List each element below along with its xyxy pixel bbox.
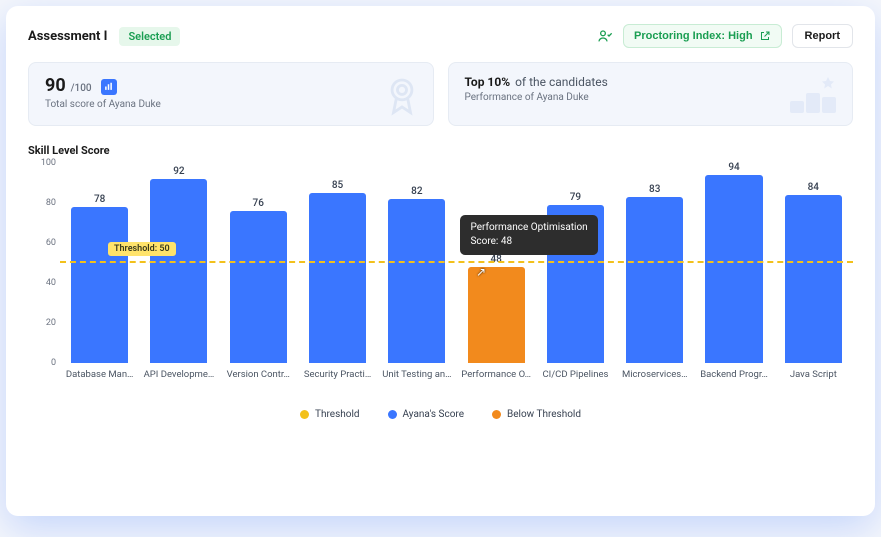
rank-rest: of the candidates (515, 75, 608, 89)
bar-slot: 85 (298, 163, 377, 363)
bar-slot: 76 (219, 163, 298, 363)
bar[interactable]: 83 (626, 197, 683, 363)
bar-slot: 92 (139, 163, 218, 363)
legend-below-label: Below Threshold (507, 409, 581, 420)
bar-slot: 82 (377, 163, 456, 363)
bar[interactable]: 84 (785, 195, 842, 363)
bar-slot: 78 (60, 163, 139, 363)
legend-below: Below Threshold (492, 409, 581, 420)
bar-value-label: 76 (230, 198, 287, 209)
x-label: Database Man… (60, 365, 139, 393)
bar[interactable]: 79 (547, 205, 604, 363)
y-tick: 80 (32, 198, 56, 208)
x-label: API Developme… (139, 365, 218, 393)
bar[interactable]: 92 (150, 179, 207, 363)
chart-title: Skill Level Score (28, 144, 853, 157)
bar-value-label: 92 (150, 166, 207, 177)
bar-value-label: 84 (785, 182, 842, 193)
stats-row: 90 /100 Total score of Ayana Duke Top 10… (28, 62, 853, 126)
assessment-card: Assessment I Selected Proctoring Index: … (6, 6, 875, 516)
header-left: Assessment I Selected (28, 27, 180, 46)
proctoring-label: Proctoring Index: High (634, 30, 753, 42)
bar-slot: 84 (774, 163, 853, 363)
bar-value-label: 94 (705, 162, 762, 173)
bar-slot: 48 (456, 163, 535, 363)
bar[interactable]: 85 (309, 193, 366, 363)
x-label: Version Contr… (219, 365, 298, 393)
threshold-line (60, 261, 853, 263)
external-link-icon (759, 30, 771, 42)
header-right: Proctoring Index: High Report (597, 24, 853, 48)
x-label: Java Script (774, 365, 853, 393)
legend-score: Ayana's Score (388, 409, 464, 420)
bar[interactable]: 48 (468, 267, 525, 363)
x-label: Unit Testing an… (377, 365, 456, 393)
legend-threshold-label: Threshold (315, 409, 360, 420)
rank-caption: Performance of Ayana Duke (465, 92, 837, 103)
score-swatch (388, 410, 397, 419)
header: Assessment I Selected Proctoring Index: … (28, 24, 853, 48)
threshold-label: Threshold: 50 (108, 242, 176, 256)
score-value: 90 (45, 75, 66, 96)
score-caption: Total score of Ayana Duke (45, 99, 417, 110)
bar-value-label: 83 (626, 184, 683, 195)
bar-value-label: 79 (547, 192, 604, 203)
bar-value-label: 48 (468, 254, 525, 265)
x-label: Security Practi… (298, 365, 377, 393)
bar[interactable]: 76 (230, 211, 287, 363)
proctoring-index-button[interactable]: Proctoring Index: High (623, 24, 782, 48)
x-axis-labels: Database Man…API Developme…Version Contr… (60, 365, 853, 393)
y-tick: 100 (32, 158, 56, 168)
y-tick: 60 (32, 238, 56, 248)
y-tick: 0 (32, 358, 56, 368)
bars-container: 78927685824879839484 (60, 163, 853, 363)
chart: 78927685824879839484 020406080100Thresho… (28, 163, 853, 393)
bar-value-label: 85 (309, 180, 366, 191)
total-score-card: 90 /100 Total score of Ayana Duke (28, 62, 434, 126)
ribbon-icon (385, 75, 419, 119)
legend-score-label: Ayana's Score (403, 409, 464, 420)
legend: Threshold Ayana's Score Below Threshold (28, 409, 853, 420)
bar-chart-icon (101, 79, 117, 95)
podium-icon (788, 75, 838, 115)
score-max: /100 (71, 83, 92, 94)
rank-card: Top 10% of the candidates Performance of… (448, 62, 854, 126)
bar-slot: 83 (615, 163, 694, 363)
bar[interactable]: 82 (388, 199, 445, 363)
bar-slot: 79 (536, 163, 615, 363)
page-title: Assessment I (28, 29, 107, 44)
report-button[interactable]: Report (792, 24, 853, 48)
x-label: CI/CD Pipelines (536, 365, 615, 393)
below-swatch (492, 410, 501, 419)
rank-strong: Top 10% (465, 75, 511, 89)
bar-value-label: 82 (388, 186, 445, 197)
plot-area: 78927685824879839484 020406080100Thresho… (60, 163, 853, 363)
y-tick: 40 (32, 278, 56, 288)
y-tick: 20 (32, 318, 56, 328)
legend-threshold: Threshold (300, 409, 360, 420)
bar[interactable]: 94 (705, 175, 762, 363)
bar[interactable]: 78 (71, 207, 128, 363)
selected-badge: Selected (119, 27, 180, 46)
user-check-icon[interactable] (597, 28, 613, 44)
x-label: Microservices… (615, 365, 694, 393)
x-label: Backend Progr… (694, 365, 773, 393)
threshold-swatch (300, 410, 309, 419)
x-label: Performance O… (456, 365, 535, 393)
bar-value-label: 78 (71, 194, 128, 205)
bar-slot: 94 (694, 163, 773, 363)
